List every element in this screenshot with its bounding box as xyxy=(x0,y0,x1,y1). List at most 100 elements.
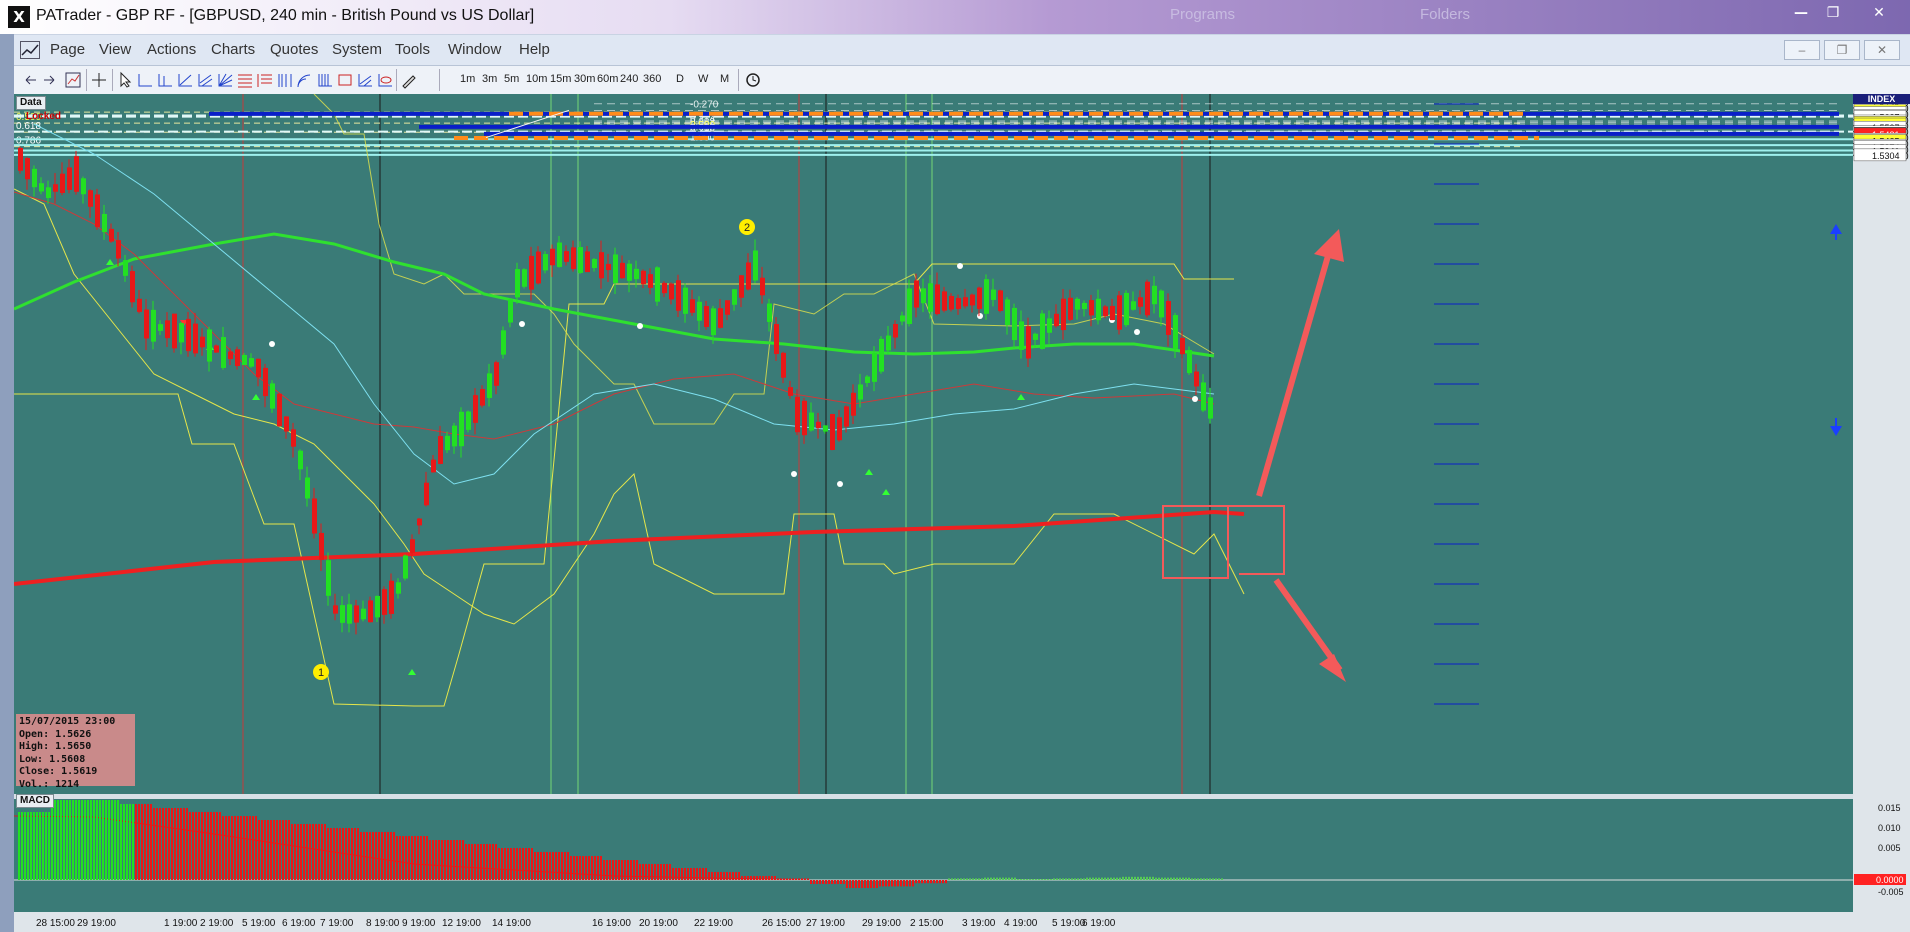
macd-bar xyxy=(96,800,98,880)
timeframe-10m[interactable]: 10m xyxy=(526,73,547,85)
timeframe-360[interactable]: 360 xyxy=(643,73,661,85)
pointer-icon[interactable] xyxy=(116,71,134,89)
macd-bar xyxy=(696,868,698,880)
timeframe-1m[interactable]: 1m xyxy=(460,73,475,85)
fibonacci-arcs-icon[interactable] xyxy=(296,71,314,89)
macd-bar xyxy=(870,880,872,888)
scroll-left-icon[interactable] xyxy=(22,71,40,89)
clock-icon[interactable] xyxy=(744,71,762,89)
timeframe-60m[interactable]: 60m xyxy=(597,73,618,85)
chart-canvas[interactable]: 0.3820.5000.6180.786-0.2700.2140.3820.50… xyxy=(14,94,1910,932)
candle-body xyxy=(837,417,842,441)
mdi-minimize-button[interactable]: – xyxy=(1784,40,1820,60)
timeframe-5m[interactable]: 5m xyxy=(504,73,519,85)
minimize-icon[interactable]: — xyxy=(1784,2,1818,24)
macd-bar xyxy=(1083,878,1085,880)
candle-body xyxy=(1047,318,1052,333)
candle-body xyxy=(354,605,359,623)
macd-bar xyxy=(105,800,107,880)
macd-bar xyxy=(234,816,236,880)
date-axis-label: 16 19:00 xyxy=(592,918,631,929)
mdi-restore-button[interactable]: ❐ xyxy=(1824,40,1860,60)
zoom-icon[interactable] xyxy=(64,71,82,89)
macd-bar xyxy=(54,800,56,880)
fan-tool-icon[interactable] xyxy=(216,71,234,89)
fibonacci-extension-icon[interactable] xyxy=(256,71,274,89)
macd-bar xyxy=(1095,877,1097,880)
data-panel-label[interactable]: Data xyxy=(16,96,46,110)
candle-body xyxy=(704,306,709,327)
timeframe-240[interactable]: 240 xyxy=(620,73,638,85)
pencil-icon[interactable] xyxy=(400,71,418,89)
timeframe-weekly[interactable]: W xyxy=(698,73,708,85)
macd-bar xyxy=(921,880,923,884)
macd-bar xyxy=(786,878,788,880)
macd-bar xyxy=(129,804,131,880)
candle-body xyxy=(676,280,681,311)
price-chart-window[interactable]: 0.3820.5000.6180.786-0.2700.2140.3820.50… xyxy=(14,94,1910,932)
macd-bar xyxy=(177,808,179,880)
timeframe-monthly[interactable]: M xyxy=(720,73,729,85)
crosshair-icon[interactable] xyxy=(90,71,108,89)
timeframe-30m[interactable]: 30m xyxy=(574,73,595,85)
macd-value-label: 0.0000 xyxy=(1876,875,1904,885)
trend-line-tool-icon[interactable] xyxy=(176,71,194,89)
macd-bar xyxy=(567,852,569,880)
candle-body xyxy=(956,297,961,310)
mdi-close-button[interactable]: ✕ xyxy=(1864,40,1900,60)
candle-body xyxy=(921,288,926,304)
macd-bar xyxy=(792,878,794,880)
fibonacci-retracement-icon[interactable] xyxy=(236,71,254,89)
date-axis-label: 2 15:00 xyxy=(910,918,944,929)
macd-bar xyxy=(660,864,662,880)
fibonacci-timezones-icon[interactable] xyxy=(276,71,294,89)
channel-tool-icon[interactable] xyxy=(196,71,214,89)
candle-body xyxy=(711,308,716,336)
macd-bar xyxy=(654,864,656,880)
macd-bar xyxy=(738,872,740,880)
scroll-right-icon[interactable] xyxy=(40,71,58,89)
candle-body xyxy=(165,320,170,339)
macd-bar xyxy=(711,872,713,880)
menu-charts[interactable]: Charts xyxy=(211,41,255,58)
macd-bar xyxy=(561,852,563,880)
menu-quotes[interactable]: Quotes xyxy=(270,41,318,58)
candle-body xyxy=(788,387,793,396)
macd-bar xyxy=(285,820,287,880)
date-axis-label: 29 19:00 xyxy=(862,918,901,929)
candle-body xyxy=(333,605,338,614)
macd-bar xyxy=(702,868,704,880)
macd-bar xyxy=(648,864,650,880)
macd-bar xyxy=(360,832,362,880)
andrews-pitchfork-icon[interactable] xyxy=(356,71,374,89)
gann-grid-icon[interactable] xyxy=(316,71,334,89)
close-icon[interactable]: ✕ xyxy=(1862,2,1896,24)
ellipse-tool-icon[interactable] xyxy=(376,71,394,89)
menu-help[interactable]: Help xyxy=(519,41,550,58)
macd-bar xyxy=(1062,878,1064,880)
menu-page[interactable]: Page xyxy=(50,41,85,58)
horizontal-line-tool-icon[interactable] xyxy=(136,71,154,89)
maximize-icon[interactable]: ❐ xyxy=(1816,2,1850,24)
candle-body xyxy=(116,240,121,259)
macd-bar xyxy=(627,860,629,880)
macd-bar xyxy=(213,812,215,880)
macd-bar xyxy=(1053,878,1055,880)
timeframe-3m[interactable]: 3m xyxy=(482,73,497,85)
macd-bar xyxy=(645,864,647,880)
menu-actions[interactable]: Actions xyxy=(147,41,196,58)
menu-view[interactable]: View xyxy=(99,41,131,58)
menu-system[interactable]: System xyxy=(332,41,382,58)
macd-bar xyxy=(1104,877,1106,880)
timeframe-15m[interactable]: 15m xyxy=(550,73,571,85)
signal-dot xyxy=(269,341,275,347)
macd-bar xyxy=(750,876,752,880)
timeframe-daily[interactable]: D xyxy=(676,73,684,85)
macd-panel-label[interactable]: MACD xyxy=(16,794,54,808)
vertical-line-tool-icon[interactable] xyxy=(156,71,174,89)
toolbar: 1m 3m 5m 10m 15m 30m 60m 240 360 D W M xyxy=(14,66,1910,95)
menu-window[interactable]: Window xyxy=(448,41,501,58)
menu-tools[interactable]: Tools xyxy=(395,41,430,58)
candle-body xyxy=(886,335,891,351)
rectangle-tool-icon[interactable] xyxy=(336,71,354,89)
